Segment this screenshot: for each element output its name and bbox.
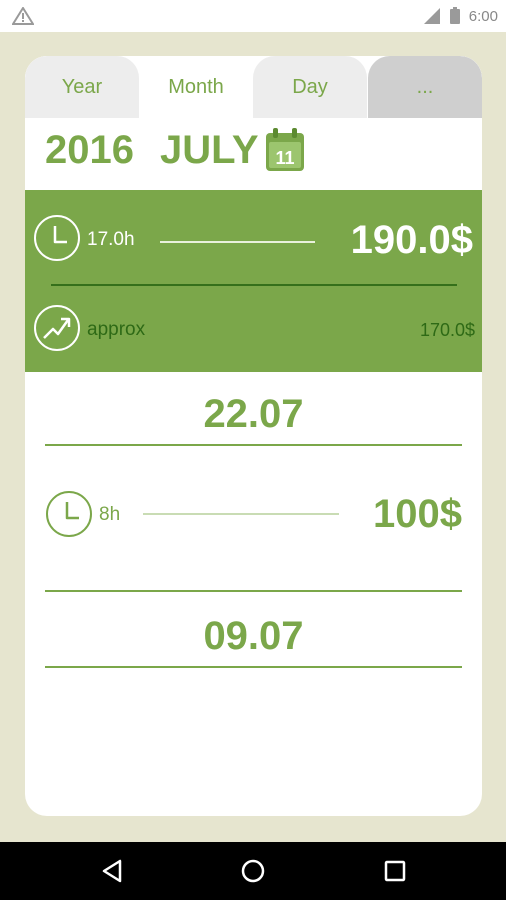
summary-total-row: 17.0h 190.0$	[33, 214, 473, 266]
entry-date[interactable]: 22.07	[25, 392, 482, 437]
period-year[interactable]: 2016	[45, 128, 134, 173]
summary-hours: 17.0h	[87, 229, 135, 250]
battery-icon	[449, 7, 460, 24]
tab-more-label: ...	[416, 75, 434, 98]
summary-amount: 190.0$	[350, 218, 473, 262]
navigation-bar	[0, 842, 506, 900]
tab-day[interactable]: Day	[253, 56, 367, 118]
home-icon[interactable]	[238, 856, 268, 886]
summary-approx-row: approx 170.0$	[33, 304, 475, 356]
tab-month-label: Month	[168, 75, 224, 98]
entry-hours: 8h	[99, 504, 121, 525]
clock-icon	[46, 491, 92, 537]
status-time: 6:00	[468, 7, 498, 25]
tab-year[interactable]: Year	[25, 56, 139, 118]
entry-separator	[45, 590, 462, 592]
clock-icon	[34, 215, 80, 261]
entry-row[interactable]: 8h 100$	[45, 490, 462, 540]
tab-bar: Year Month Day ...	[25, 56, 482, 118]
recents-icon[interactable]	[380, 856, 410, 886]
main-card: Year Month Day ... 2016 JULY 11 17.0h 19…	[25, 56, 482, 816]
tab-day-label: Day	[292, 75, 328, 98]
entry-divider-line	[143, 513, 339, 515]
calendar-day: 11	[275, 148, 294, 168]
calendar-icon[interactable]: 11	[265, 128, 305, 172]
period-month[interactable]: JULY	[160, 128, 259, 173]
status-bar: 6:00	[0, 0, 506, 32]
warning-icon	[12, 7, 34, 25]
approx-amount: 170.0$	[419, 320, 475, 340]
signal-icon	[423, 8, 440, 24]
entry-date[interactable]: 09.07	[25, 614, 482, 659]
tab-year-label: Year	[61, 75, 103, 98]
trend-up-icon	[34, 305, 80, 351]
back-icon[interactable]	[98, 856, 128, 886]
approx-label: approx	[87, 319, 146, 340]
entry-date-underline	[45, 666, 462, 668]
month-summary[interactable]: 17.0h 190.0$ approx 170.0$	[25, 190, 482, 372]
entry-amount: 100$	[373, 492, 462, 536]
tab-month[interactable]: Month	[139, 56, 253, 118]
tab-more[interactable]: ...	[368, 56, 482, 118]
summary-divider-line	[160, 241, 315, 243]
summary-separator	[51, 284, 457, 286]
period-header: 2016 JULY 11	[45, 122, 305, 178]
entry-date-underline	[45, 444, 462, 446]
